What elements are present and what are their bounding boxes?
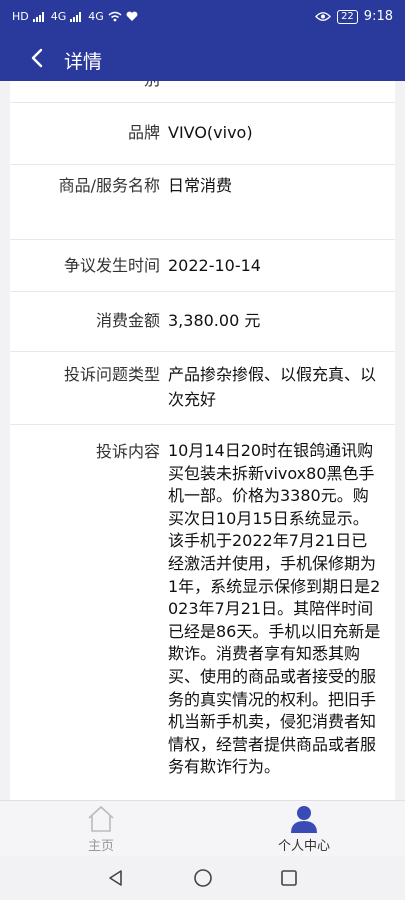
- complaint-type-value: 产品掺杂掺假、以假充真、以次充好: [168, 365, 377, 409]
- tab-home[interactable]: 主页: [41, 805, 161, 854]
- signal-icon: [32, 11, 47, 22]
- detail-row-complaint-content: 投诉内容 10月14日20时在银鸽通讯购买包装未拆新vivox80黑色手机一部。…: [10, 425, 395, 800]
- wifi-icon: [108, 11, 122, 22]
- bottom-tab-bar: 主页 个人中心: [0, 800, 405, 857]
- detail-row-amount: 消费金额 3,380.00 元: [10, 292, 395, 352]
- tab-profile[interactable]: 个人中心: [244, 805, 364, 854]
- clock: 9:18: [363, 9, 393, 24]
- person-icon: [291, 806, 317, 833]
- brand-value: VIVO(vivo): [168, 123, 253, 142]
- detail-row-partial: 别: [10, 81, 395, 103]
- status-bar: HD 4G 4G 22 9:18: [0, 0, 405, 36]
- home-icon: [88, 805, 114, 832]
- back-triangle-icon[interactable]: [107, 869, 125, 887]
- amount-label: 消费金额: [95, 311, 160, 330]
- top-nav-bar: 详情: [0, 36, 405, 81]
- product-label: 商品/服务名称: [58, 176, 160, 195]
- system-nav-bar: [0, 856, 405, 900]
- detail-row-brand: 品牌 VIVO(vivo): [10, 102, 395, 165]
- home-circle-icon[interactable]: [193, 868, 213, 888]
- tab-profile-label: 个人中心: [277, 839, 330, 854]
- eye-icon: [315, 12, 331, 21]
- detail-row-complaint-type: 投诉问题类型 产品掺杂掺假、以假充真、以次充好: [10, 352, 395, 425]
- amount-value: 3,380.00 元: [168, 311, 261, 330]
- detail-row-product: 商品/服务名称 日常消费: [10, 165, 395, 240]
- network-label-2: 4G: [88, 10, 104, 23]
- complaint-type-label: 投诉问题类型: [63, 365, 160, 384]
- network-label-1: 4G: [50, 10, 67, 23]
- hd-label: HD: [12, 10, 29, 23]
- complaint-content-value: 10月14日20时在银鸽通讯购买包装未拆新vivox80黑色手机一部。价格为33…: [168, 441, 381, 777]
- heart-icon: [126, 11, 138, 21]
- detail-card: 别 品牌 VIVO(vivo) 商品/服务名称 日常消费 争议发生时间 2022…: [10, 81, 395, 800]
- page-title: 详情: [64, 51, 103, 73]
- chevron-left-icon[interactable]: [26, 46, 50, 70]
- complaint-content-label: 投诉内容: [95, 442, 160, 461]
- recents-square-icon[interactable]: [280, 869, 298, 887]
- status-left: HD 4G 4G: [12, 10, 138, 23]
- detail-label-partial: 别: [36, 81, 160, 93]
- status-right: 22 9:18: [315, 9, 393, 24]
- dispute-time-value: 2022-10-14: [168, 256, 261, 275]
- signal-icon-2: [70, 11, 84, 22]
- tab-home-label: 主页: [87, 839, 114, 854]
- dispute-time-label: 争议发生时间: [63, 256, 160, 275]
- detail-row-dispute-time: 争议发生时间 2022-10-14: [10, 240, 395, 292]
- brand-label: 品牌: [127, 123, 160, 142]
- battery-icon: 22: [337, 9, 358, 24]
- product-value: 日常消费: [168, 176, 233, 195]
